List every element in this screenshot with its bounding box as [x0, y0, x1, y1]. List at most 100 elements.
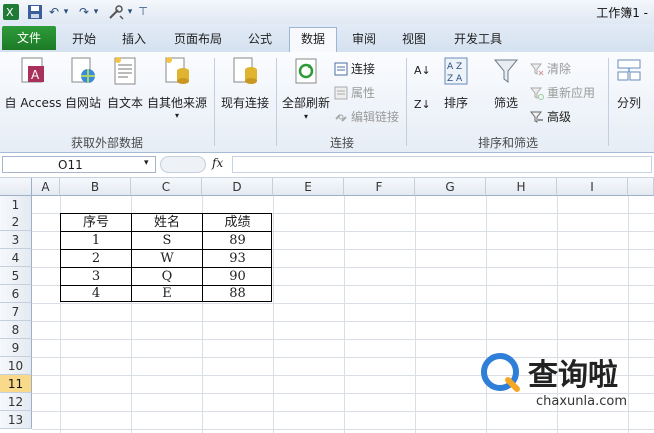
table-cell[interactable]: S	[132, 232, 202, 250]
row-header-3[interactable]: 3	[0, 231, 32, 249]
table-cell[interactable]: 3	[61, 268, 131, 286]
column-header-g[interactable]: G	[415, 178, 486, 196]
group-separator	[406, 58, 407, 146]
table-cell[interactable]: 2	[61, 250, 131, 268]
insert-function-icon[interactable]: fx	[212, 156, 223, 170]
table-cell[interactable]: E	[132, 285, 202, 303]
connections-label: 连接	[351, 62, 376, 76]
row-header-8[interactable]: 8	[0, 321, 32, 339]
undo-dropdown-icon[interactable]: ▾	[61, 3, 71, 20]
table-cell[interactable]: 89	[203, 232, 272, 250]
column-header-a[interactable]: A	[32, 178, 60, 196]
sort-ascending-button[interactable]: A↓	[414, 64, 431, 77]
qat-dropdown-icon[interactable]: ▾	[125, 3, 135, 20]
svg-text:Z A: Z A	[447, 74, 463, 84]
row-header-5[interactable]: 5	[0, 267, 32, 285]
table-cell[interactable]: 1	[61, 232, 131, 250]
excel-logo-icon: X	[3, 3, 19, 20]
table-cell[interactable]: 88	[203, 285, 272, 303]
text-to-columns-button[interactable]: 分列	[612, 56, 646, 111]
column-header-e[interactable]: E	[273, 178, 344, 196]
sort-ascending-icon: A↓	[414, 64, 431, 77]
row-header-7[interactable]: 7	[0, 303, 32, 321]
table-header-cell[interactable]: 姓名	[132, 214, 202, 232]
group-connections: 连接	[329, 136, 354, 150]
tab-view[interactable]: 视图	[394, 28, 434, 50]
tab-review[interactable]: 审阅	[344, 28, 384, 50]
select-all-corner[interactable]	[0, 178, 32, 196]
customize-tool-icon[interactable]	[107, 3, 125, 20]
undo-icon[interactable]: ↶	[47, 3, 61, 20]
refresh-all-button[interactable]: 全部刷新 ▾	[280, 56, 332, 123]
table-cell[interactable]: Q	[132, 268, 202, 286]
edit-links-button[interactable]: 编辑链接	[334, 108, 399, 125]
column-header-d[interactable]: D	[202, 178, 273, 196]
clear-filter-icon	[529, 62, 544, 76]
column-header-b[interactable]: B	[60, 178, 131, 196]
formula-bar-expander[interactable]	[160, 156, 206, 173]
table-cell[interactable]: W	[132, 250, 202, 268]
name-box-dropdown-icon[interactable]: ▾	[144, 158, 149, 168]
svg-text:X: X	[6, 6, 14, 19]
redo-dropdown-icon[interactable]: ▾	[91, 3, 101, 20]
table-cell[interactable]: 93	[203, 250, 272, 268]
reapply-icon	[529, 86, 544, 100]
from-other-sources-button[interactable]: 自其他来源 ▾	[146, 56, 208, 121]
column-header-f[interactable]: F	[344, 178, 415, 196]
access-icon: A	[20, 56, 46, 86]
formula-input[interactable]	[232, 156, 652, 173]
table-cell[interactable]: 4	[61, 285, 131, 303]
filter-button[interactable]: 筛选	[486, 56, 526, 111]
window-title: 工作簿1 -	[596, 6, 648, 20]
column-header-h[interactable]: H	[486, 178, 557, 196]
tab-developer[interactable]: 开发工具	[446, 28, 510, 50]
table-cell[interactable]: 90	[203, 268, 272, 286]
sort-button[interactable]: A Z Z A 排序	[438, 56, 474, 111]
save-icon[interactable]	[27, 3, 43, 20]
formula-bar: O11 ▾ fx	[0, 153, 654, 178]
clear-filter-button[interactable]: 清除	[529, 60, 571, 77]
advanced-filter-button[interactable]: 高级	[529, 108, 572, 125]
edit-links-label: 编辑链接	[351, 110, 400, 124]
tab-file[interactable]: 文件	[2, 26, 56, 50]
tab-insert[interactable]: 插入	[114, 28, 154, 50]
tab-formulas[interactable]: 公式	[240, 28, 280, 50]
row-header-1[interactable]: 1	[0, 196, 32, 214]
table-header-cell[interactable]: 序号	[61, 214, 131, 232]
existing-connections-button[interactable]: 现有连接	[218, 56, 272, 111]
existing-connections-icon	[232, 56, 258, 86]
from-access-label: 自 Access	[4, 96, 62, 110]
sort-descending-button[interactable]: Z↓	[414, 98, 431, 111]
tab-home[interactable]: 开始	[64, 28, 104, 50]
row-header-6[interactable]: 6	[0, 285, 32, 303]
sort-icon: A Z Z A	[443, 56, 469, 86]
column-header-c[interactable]: C	[131, 178, 202, 196]
from-text-button[interactable]: 自文本	[104, 56, 146, 111]
row-header-12[interactable]: 12	[0, 393, 32, 411]
tab-data[interactable]: 数据	[289, 27, 337, 52]
column-header-j[interactable]	[628, 178, 654, 196]
column-header-i[interactable]: I	[557, 178, 628, 196]
advanced-filter-label: 高级	[547, 110, 572, 124]
redo-icon[interactable]: ↷	[77, 3, 91, 20]
reapply-button[interactable]: 重新应用	[529, 84, 595, 101]
from-web-button[interactable]: 自网站	[62, 56, 104, 111]
tab-page-layout[interactable]: 页面布局	[166, 28, 230, 50]
table-header-cell[interactable]: 成绩	[203, 214, 272, 232]
connections-button[interactable]: 连接	[334, 60, 375, 77]
row-header-2[interactable]: 2	[0, 213, 32, 231]
properties-button[interactable]: 属性	[334, 84, 375, 101]
row-header-10[interactable]: 10	[0, 357, 32, 375]
from-access-button[interactable]: A 自 Access	[4, 56, 62, 111]
properties-icon	[334, 86, 348, 100]
existing-connections-label: 现有连接	[220, 96, 269, 110]
row-header-9[interactable]: 9	[0, 339, 32, 357]
qat-customize-icon[interactable]: ⊤	[138, 3, 148, 20]
row-header-11[interactable]: 11	[0, 375, 32, 393]
row-header-4[interactable]: 4	[0, 249, 32, 267]
group-separator	[214, 58, 215, 146]
watermark-brand: 查询啦	[528, 358, 618, 393]
row-header-13[interactable]: 13	[0, 411, 32, 429]
svg-text:A Z: A Z	[447, 62, 462, 72]
name-box[interactable]: O11	[2, 156, 156, 173]
